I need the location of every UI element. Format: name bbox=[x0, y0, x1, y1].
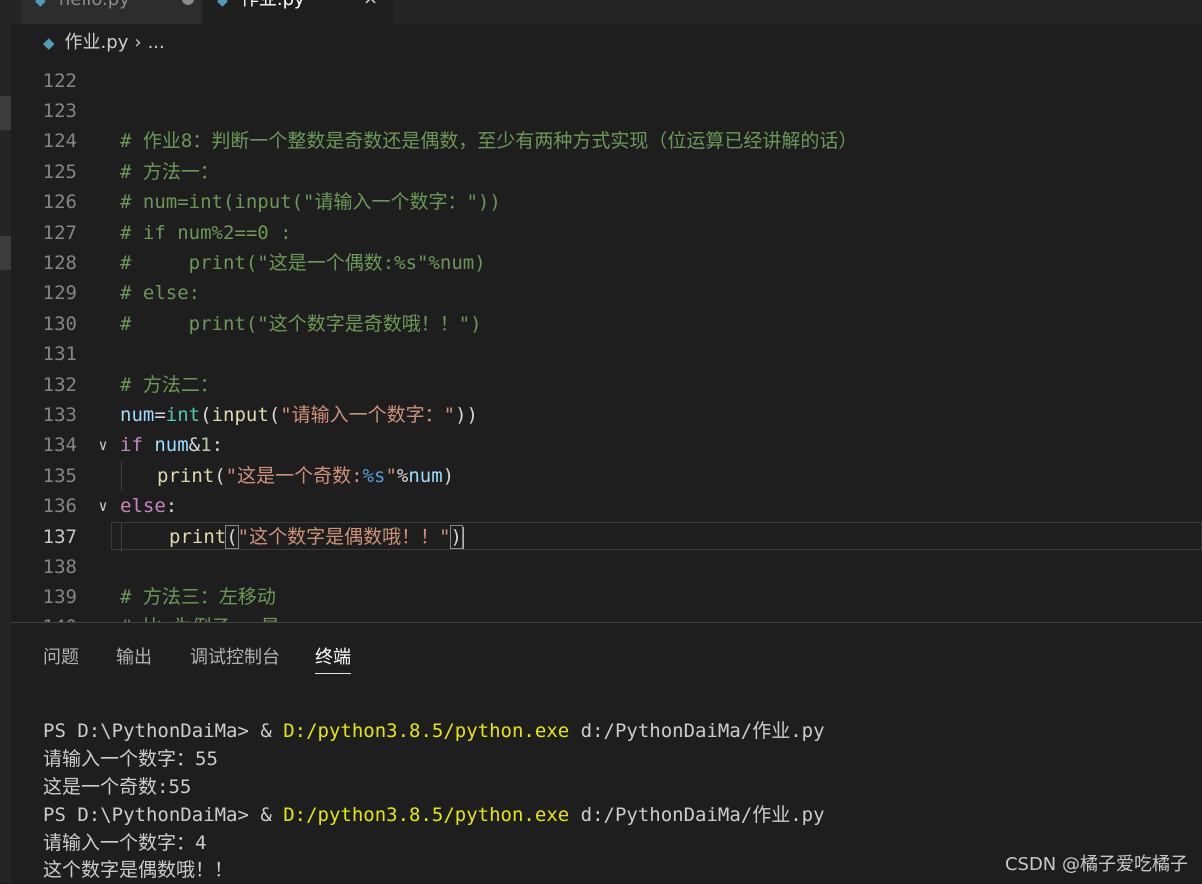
line-number: 136 bbox=[42, 495, 77, 517]
python-file-icon: ◆ bbox=[35, 0, 46, 9]
comment-text: # 比 为例子 一是 bbox=[120, 612, 280, 622]
close-icon[interactable]: × bbox=[363, 0, 378, 9]
code-line: 125 # 方法一： bbox=[11, 157, 1202, 187]
tab-debug-console[interactable]: 调试控制台 bbox=[190, 643, 280, 669]
breadcrumb-file[interactable]: 作业.py bbox=[65, 32, 129, 53]
tab-output[interactable]: 输出 bbox=[116, 643, 152, 669]
line-number: 128 bbox=[42, 252, 77, 274]
comment-text: # 作业8：判断一个整数是奇数还是偶数，至少有两种方式实现（位运算已经讲解的话） bbox=[120, 130, 858, 152]
indent-guide bbox=[121, 461, 122, 491]
tab-hello-py[interactable]: ◆ hello.py ● bbox=[21, 0, 201, 24]
code-line: 126 # num=int(input("请输入一个数字：")) bbox=[11, 187, 1202, 217]
code-line: 139 # 方法三：左移动 bbox=[11, 582, 1202, 612]
code-editor[interactable]: 122 123 124 # 作业8：判断一个整数是奇数还是偶数，至少有两种方式实… bbox=[11, 62, 1202, 622]
comment-text: # else: bbox=[120, 282, 201, 304]
code-text: if num&1: bbox=[120, 434, 224, 456]
line-number: 129 bbox=[42, 282, 77, 304]
terminal-line: 请输入一个数字：4 bbox=[43, 832, 207, 854]
line-number: 140 bbox=[11, 612, 77, 622]
code-line: 134 ∨ if num&1: bbox=[11, 430, 1202, 460]
terminal-line: PS D:\PythonDaiMa> & D:/python3.8.5/pyth… bbox=[43, 720, 825, 742]
line-number: 135 bbox=[42, 465, 77, 487]
tab-terminal[interactable]: 终端 bbox=[315, 643, 351, 674]
terminal-line: 这个数字是偶数哦！！ bbox=[43, 859, 234, 881]
line-number: 123 bbox=[42, 100, 77, 122]
comment-text: # if num%2==0 : bbox=[120, 222, 292, 244]
editor-tab-bar: ◆ hello.py ● ◆ 作业.py × bbox=[11, 0, 1202, 24]
indent-guide bbox=[121, 522, 122, 552]
tab-problems[interactable]: 问题 bbox=[43, 643, 79, 669]
tab-label: 作业.py bbox=[241, 0, 305, 10]
line-number: 124 bbox=[42, 130, 77, 152]
activity-bar-marker bbox=[0, 236, 11, 270]
code-line: 135 print("这是一个奇数:%s"%num) bbox=[11, 461, 1202, 491]
text-cursor bbox=[462, 526, 464, 549]
line-number: 130 bbox=[42, 313, 77, 335]
code-text: else: bbox=[120, 495, 178, 517]
tab-label: hello.py bbox=[59, 0, 130, 10]
activity-bar-strip bbox=[0, 0, 11, 882]
breadcrumb-more[interactable]: ... bbox=[148, 32, 165, 53]
code-line: 140 # 比 为例子 一是 bbox=[11, 612, 1202, 622]
code-text: print("这是一个奇数:%s"%num) bbox=[157, 465, 455, 487]
breadcrumb: ◆ 作业.py ›... bbox=[11, 24, 1202, 62]
code-line: 129 # else: bbox=[11, 278, 1202, 308]
terminal-line: 请输入一个数字：55 bbox=[43, 748, 218, 770]
python-file-icon: ◆ bbox=[43, 34, 55, 52]
tab-zuoye-py[interactable]: ◆ 作业.py × bbox=[203, 0, 393, 24]
code-line: 136 ∨ else: bbox=[11, 491, 1202, 521]
line-number: 126 bbox=[42, 191, 77, 213]
chevron-right-icon: › bbox=[134, 32, 142, 53]
line-number: 138 bbox=[42, 556, 77, 578]
code-line: 128 # print("这是一个偶数:%s"%num) bbox=[11, 248, 1202, 278]
watermark: CSDN @橘子爱吃橘子 bbox=[1004, 854, 1188, 875]
line-number: 137 bbox=[42, 526, 77, 548]
code-text: print("这个数字是偶数哦！！") bbox=[169, 525, 464, 549]
comment-text: # 方法一： bbox=[120, 161, 219, 183]
terminal-line: PS D:\PythonDaiMa> & D:/python3.8.5/pyth… bbox=[43, 804, 825, 826]
code-line: 133 num=int(input("请输入一个数字：")) bbox=[11, 400, 1202, 430]
code-line: 130 # print("这个数字是奇数哦！！") bbox=[11, 309, 1202, 339]
comment-text: # num=int(input("请输入一个数字：")) bbox=[120, 191, 501, 213]
comment-text: # print("这是一个偶数:%s"%num) bbox=[120, 252, 486, 274]
unsaved-dot-icon: ● bbox=[181, 0, 195, 7]
line-number: 139 bbox=[42, 586, 77, 608]
comment-text: # 方法三：左移动 bbox=[120, 586, 276, 608]
code-line: 132 # 方法二： bbox=[11, 370, 1202, 400]
line-number: 132 bbox=[42, 374, 77, 396]
comment-text: # print("这个数字是奇数哦！！") bbox=[120, 313, 482, 335]
code-line: 127 # if num%2==0 : bbox=[11, 218, 1202, 248]
python-file-icon: ◆ bbox=[217, 0, 228, 9]
code-line: 122 bbox=[11, 66, 1202, 96]
line-number: 131 bbox=[42, 343, 77, 365]
current-code-line: 137 print("这个数字是偶数哦！！") bbox=[11, 522, 1202, 552]
terminal-line: 这是一个奇数:55 bbox=[43, 776, 192, 798]
line-number: 133 bbox=[42, 404, 77, 426]
code-line: 131 bbox=[11, 339, 1202, 369]
code-line: 138 bbox=[11, 552, 1202, 582]
activity-bar-marker bbox=[0, 96, 11, 130]
line-number: 127 bbox=[42, 222, 77, 244]
code-text: num=int(input("请输入一个数字：")) bbox=[120, 404, 478, 426]
bottom-panel: 问题 输出 调试控制台 终端 PS D:\PythonDaiMa> & D:/p… bbox=[11, 623, 1202, 882]
line-number: 125 bbox=[42, 161, 77, 183]
line-number: 122 bbox=[42, 70, 77, 92]
line-number: 134 bbox=[42, 434, 77, 456]
fold-chevron-icon[interactable]: ∨ bbox=[93, 430, 113, 460]
comment-text: # 方法二： bbox=[120, 374, 219, 396]
fold-chevron-icon[interactable]: ∨ bbox=[93, 491, 113, 521]
code-line: 123 bbox=[11, 96, 1202, 126]
code-line: 124 # 作业8：判断一个整数是奇数还是偶数，至少有两种方式实现（位运算已经讲… bbox=[11, 126, 1202, 156]
